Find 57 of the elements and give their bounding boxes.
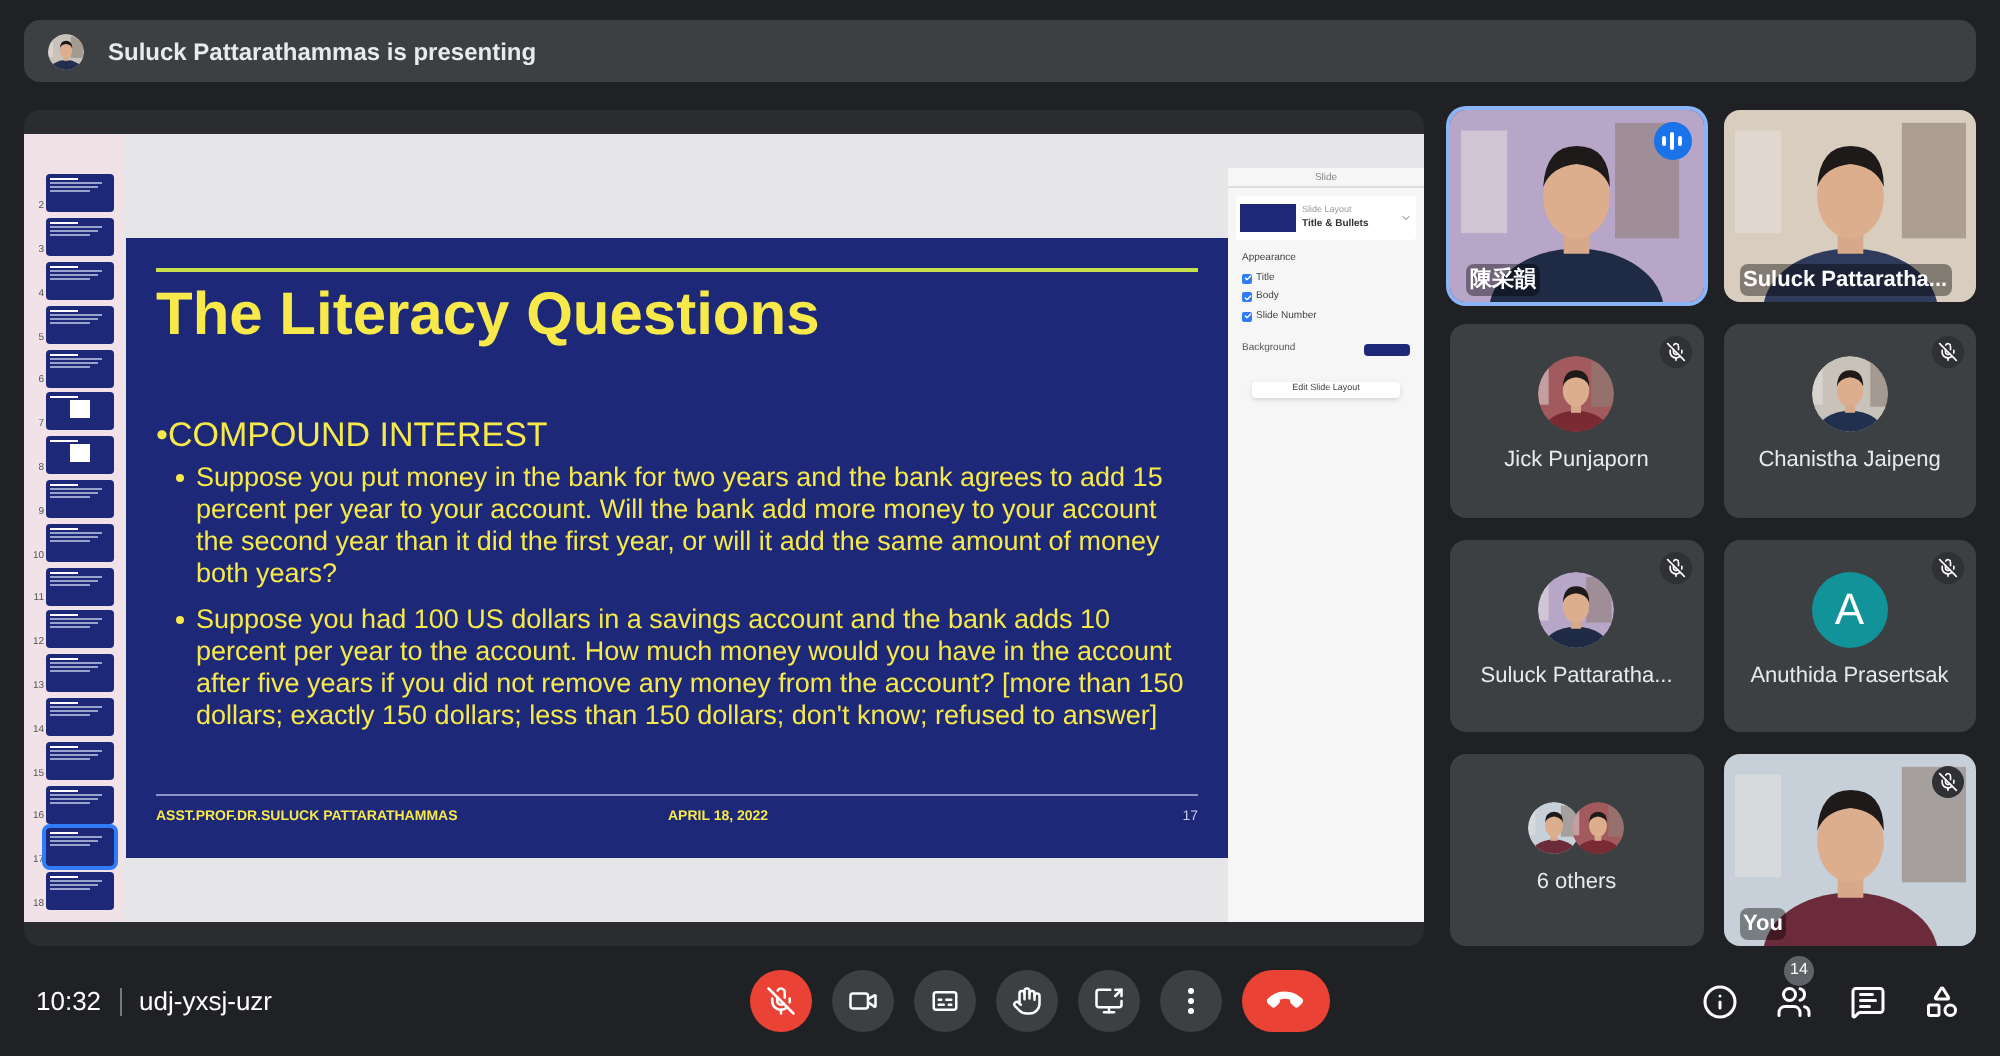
slide-thumbnail[interactable] (46, 261, 114, 300)
slide-thumbnail[interactable] (46, 479, 114, 518)
slide-thumbnail[interactable] (46, 523, 114, 562)
slide-heading: •COMPOUND INTEREST (156, 416, 550, 456)
participant-name: Suluck Pattaratha... (1739, 263, 1952, 297)
letter-avatar: A (1811, 571, 1888, 647)
slide-thumbnail[interactable] (46, 567, 114, 606)
more-icon (1187, 988, 1194, 1014)
slide-thumbnail[interactable] (46, 610, 114, 649)
clock: 10:32 (36, 983, 102, 1020)
slide-thumbnail[interactable] (46, 436, 114, 475)
slide-thumbnail[interactable] (46, 218, 114, 257)
participant-name: Suluck Pattaratha... (1480, 661, 1673, 691)
camera-button[interactable] (831, 970, 894, 1032)
slide-thumbnail[interactable] (46, 305, 114, 344)
slide-thumbnail[interactable] (46, 785, 114, 824)
people-icon[interactable] (1776, 983, 1812, 1019)
slide-thumbnail[interactable] (46, 872, 114, 911)
mic-off-icon (765, 986, 796, 1016)
checkbox[interactable] (1242, 292, 1252, 303)
slide-title: The Literacy Questions (156, 284, 822, 348)
slide-thumbnail[interactable] (46, 392, 114, 431)
bullet-icon (176, 616, 184, 624)
chat-icon[interactable] (1850, 983, 1886, 1019)
bullet-text: Suppose you had 100 US dollars in a savings account and the bank adds 10 percent per year to the account. How much money would you have in the account after five years if you did not remove any money from the account? [more than 150 dollars; exactly 150 dollars; less than 150 dollars; don't know; refused to answer] (196, 604, 1186, 732)
microphone-button[interactable] (749, 970, 812, 1032)
slide-thumbnail[interactable] (46, 174, 114, 213)
participant-name: Jick Punjaporn (1504, 446, 1649, 477)
slide-thumbnail[interactable] (46, 828, 114, 867)
people-count-badge: 14 (1784, 955, 1814, 985)
present-button[interactable] (1077, 970, 1140, 1032)
participant-name: Chanistha Jaipeng (1758, 446, 1941, 477)
info-icon[interactable] (1702, 983, 1738, 1019)
slide-thumbnail[interactable] (46, 741, 114, 780)
chevron-icon (1400, 212, 1412, 224)
slide-thumbnail[interactable] (46, 654, 114, 693)
meeting-code: udj-yxsj-uzr (139, 983, 275, 1020)
presenting-text: Suluck Pattarathammas is presenting (108, 35, 537, 69)
activities-icon[interactable] (1924, 983, 1960, 1019)
participant-name: Anuthida Prasertsak (1750, 661, 1949, 691)
checkbox[interactable] (1242, 311, 1252, 322)
participant-name: 6 others (1536, 867, 1617, 898)
slide-thumbnail[interactable] (46, 697, 114, 736)
more-options-button[interactable] (1159, 970, 1222, 1032)
captions-button[interactable] (913, 970, 976, 1032)
raise-hand-button[interactable] (995, 970, 1058, 1032)
bullet-text: Suppose you put money in the bank for two years and the bank agrees to add 15 percent per year to your account. Will the bank add more money to your account the second year than it did the first year, or will it add the same amount of money both years? (196, 462, 1165, 590)
checkbox[interactable] (1242, 273, 1252, 284)
color-swatch[interactable] (1364, 343, 1410, 356)
present-screen-icon (1093, 986, 1124, 1016)
end-call-button[interactable] (1241, 970, 1330, 1032)
camera-icon (847, 986, 878, 1016)
captions-icon (929, 986, 960, 1016)
bullet-icon (176, 474, 184, 482)
participant-name: 陳采韻 (1466, 263, 1540, 297)
slide-thumbnail[interactable] (46, 349, 114, 388)
hand-icon (1011, 986, 1042, 1016)
